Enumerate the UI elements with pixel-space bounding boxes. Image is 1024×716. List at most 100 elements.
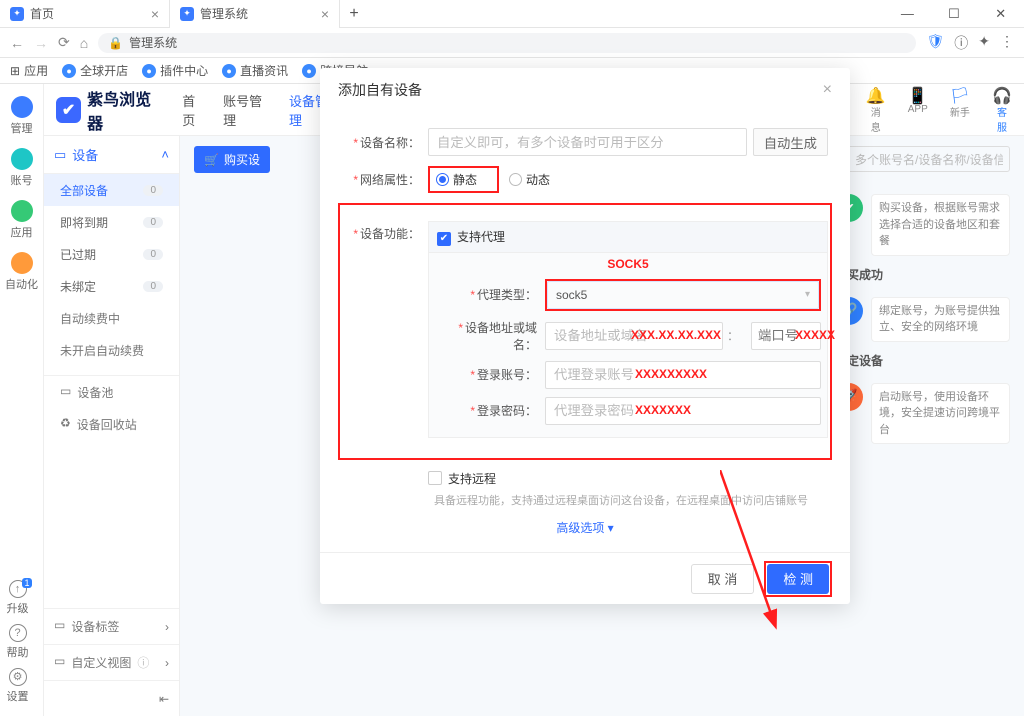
reload-button[interactable]: ⟳ [58, 34, 70, 51]
radio-dynamic[interactable]: 动态 [509, 171, 550, 188]
guide-text: 购买设备，根据账号需求选择合适的设备地区和套餐 [871, 194, 1010, 256]
sidebar-item-autorenew[interactable]: 自动续费中 [44, 302, 179, 334]
user-hint: XXXXXXXXX [635, 367, 707, 381]
radio-icon [436, 173, 449, 186]
rail-item-apps[interactable]: 应用 [4, 196, 40, 244]
sidebar-header[interactable]: ▭设备 ˄ [44, 136, 179, 174]
topicon-new[interactable]: 🏳新手 [950, 86, 970, 134]
guide-step: ✔ 购买设备，根据账号需求选择合适的设备地区和套餐 [835, 194, 1010, 256]
shield-icon[interactable]: 🛡 [926, 33, 944, 53]
bookmark-item[interactable]: ●全球开店 [62, 62, 128, 79]
sidebar-item-pool[interactable]: ▭设备池 [44, 376, 179, 408]
rail-item-manage[interactable]: 管理 [4, 92, 40, 140]
bookmark-item[interactable]: ●直播资讯 [222, 62, 288, 79]
minimize-button[interactable]: — [884, 6, 931, 22]
nav-home[interactable]: 首页 [182, 91, 207, 129]
window-controls: — ☐ ✕ [884, 6, 1024, 22]
chevron-right-icon: › [165, 620, 169, 634]
radio-icon [509, 173, 522, 186]
forward-button[interactable]: → [34, 35, 48, 51]
address-bar: ← → ⟳ ⌂ 🔒 管理系统 🛡 ⓘ ✦ ⋮ [0, 28, 1024, 58]
sidebar-item-soon[interactable]: 即将到期0 [44, 206, 179, 238]
collapse-icon: ⇤ [159, 692, 169, 706]
sidebar-item-unbound[interactable]: 未绑定0 [44, 270, 179, 302]
guide-steps: ✔ 购买设备，根据账号需求选择合适的设备地区和套餐 购买成功 🔗 绑定账号，为账… [835, 194, 1010, 484]
modal-title: 添加自有设备 [338, 80, 422, 100]
info-icon[interactable]: ⓘ [954, 33, 968, 53]
field-device-name: *设备名称： 自动生成 [342, 128, 828, 156]
tab-favicon: ✦ [10, 7, 24, 21]
topicon-app[interactable]: 📱APP [908, 86, 928, 134]
rail-item-automation[interactable]: 自动化 [4, 248, 40, 296]
radio-static[interactable]: 静态 [436, 171, 477, 188]
back-button[interactable]: ← [10, 35, 24, 51]
sidebar-footer-view[interactable]: ▭自定义视图ⓘ› [44, 644, 179, 680]
device-name-input[interactable] [428, 128, 747, 156]
bookmark-item[interactable]: ●插件中心 [142, 62, 208, 79]
extensions-icon[interactable]: ✦ [978, 33, 990, 53]
browser-tab-home[interactable]: ✦ 首页 × [0, 0, 170, 28]
modal-header: 添加自有设备 × [320, 68, 850, 112]
tab-favicon: ✦ [180, 7, 194, 21]
maximize-button[interactable]: ☐ [931, 6, 978, 22]
tab-label: 首页 [30, 5, 54, 22]
brand-logo: ✔ 紫鸟浏览器 [56, 86, 164, 134]
field-network-type: *网络属性： 静态 动态 [342, 166, 828, 193]
port-hint: XXXXX [795, 328, 835, 342]
auto-generate-button[interactable]: 自动生成 [753, 128, 828, 156]
badge-icon: 1 [22, 578, 31, 588]
device-addr-input[interactable] [545, 322, 723, 350]
close-icon[interactable]: × [151, 6, 159, 22]
topicon-support[interactable]: 🎧客服 [992, 86, 1012, 134]
buy-device-button[interactable]: 🛒购买设 [194, 146, 270, 173]
browser-tab-manage[interactable]: ✦ 管理系统 × [170, 0, 340, 28]
sidebar-item-recycle[interactable]: ♻设备回收站 [44, 408, 179, 440]
guide-heading: 购买成功 [835, 266, 1010, 283]
guide-text: 启动账号，使用设备环境，安全提速访问跨境平台 [871, 383, 1010, 445]
guide-step: 🚀 启动账号，使用设备环境，安全提速访问跨境平台 [835, 383, 1010, 445]
pass-hint: XXXXXXX [635, 403, 691, 417]
rail-item-help[interactable]: ?帮助 [0, 620, 36, 664]
rail-item-settings[interactable]: ⚙设置 [0, 664, 36, 708]
close-window-button[interactable]: ✕ [977, 6, 1024, 22]
sidebar-collapse[interactable]: ⇤ [44, 680, 179, 716]
arrow-annotation [720, 470, 820, 650]
search-input[interactable]: 多个账号名/设备名称/设备信息/归属用 [830, 146, 1010, 172]
device-icon: ▭ [54, 147, 66, 163]
tag-icon: ▭ [54, 618, 65, 635]
cart-icon: 🛒 [204, 153, 219, 167]
checkbox-remote[interactable] [428, 471, 442, 485]
checkbox-proxy[interactable]: ✔ [437, 232, 451, 246]
recycle-icon: ♻ [60, 416, 71, 433]
pool-icon: ▭ [60, 384, 71, 401]
tab-label: 管理系统 [200, 5, 248, 22]
window-titlebar: ✦ 首页 × ✦ 管理系统 × + — ☐ ✕ [0, 0, 1024, 28]
close-icon[interactable]: × [321, 6, 329, 22]
rail-item-account[interactable]: 账号 [4, 144, 40, 192]
app-left-rail: 管理 账号 应用 自动化 ↑升级1 ?帮助 ⚙设置 [0, 84, 44, 716]
sidebar: ▭设备 ˄ 全部设备0 即将到期0 已过期0 未绑定0 自动续费中 未开启自动续… [44, 136, 180, 716]
bookmark-apps[interactable]: ⊞应用 [10, 62, 48, 79]
menu-icon[interactable]: ⋮ [1000, 33, 1014, 53]
sock5-annotation: SOCK5 [607, 257, 648, 271]
rail-item-upgrade[interactable]: ↑升级1 [0, 576, 36, 620]
sidebar-item-all[interactable]: 全部设备0 [44, 174, 179, 206]
topicon-msg[interactable]: 🔔消息 [866, 86, 886, 134]
help-icon: ⓘ [137, 654, 149, 671]
guide-heading: 绑定设备 [835, 352, 1010, 369]
chevron-right-icon: › [165, 656, 169, 670]
home-button[interactable]: ⌂ [80, 35, 88, 51]
proxy-type-select[interactable]: sock5▾ [547, 281, 819, 309]
sidebar-item-expired[interactable]: 已过期0 [44, 238, 179, 270]
close-icon[interactable]: × [823, 81, 832, 99]
lock-icon: 🔒 [108, 36, 123, 50]
sidebar-item-noautorenew[interactable]: 未开启自动续费 [44, 334, 179, 366]
nav-account[interactable]: 账号管理 [223, 91, 273, 129]
view-icon: ▭ [54, 654, 65, 671]
sidebar-footer-tag[interactable]: ▭设备标签› [44, 608, 179, 644]
url-field[interactable]: 🔒 管理系统 [98, 33, 916, 53]
guide-step: 🔗 绑定账号，为账号提供独立、安全的网络环境 [835, 297, 1010, 342]
logo-icon: ✔ [56, 97, 81, 123]
new-tab-button[interactable]: + [340, 5, 368, 23]
guide-text: 绑定账号，为账号提供独立、安全的网络环境 [871, 297, 1010, 342]
